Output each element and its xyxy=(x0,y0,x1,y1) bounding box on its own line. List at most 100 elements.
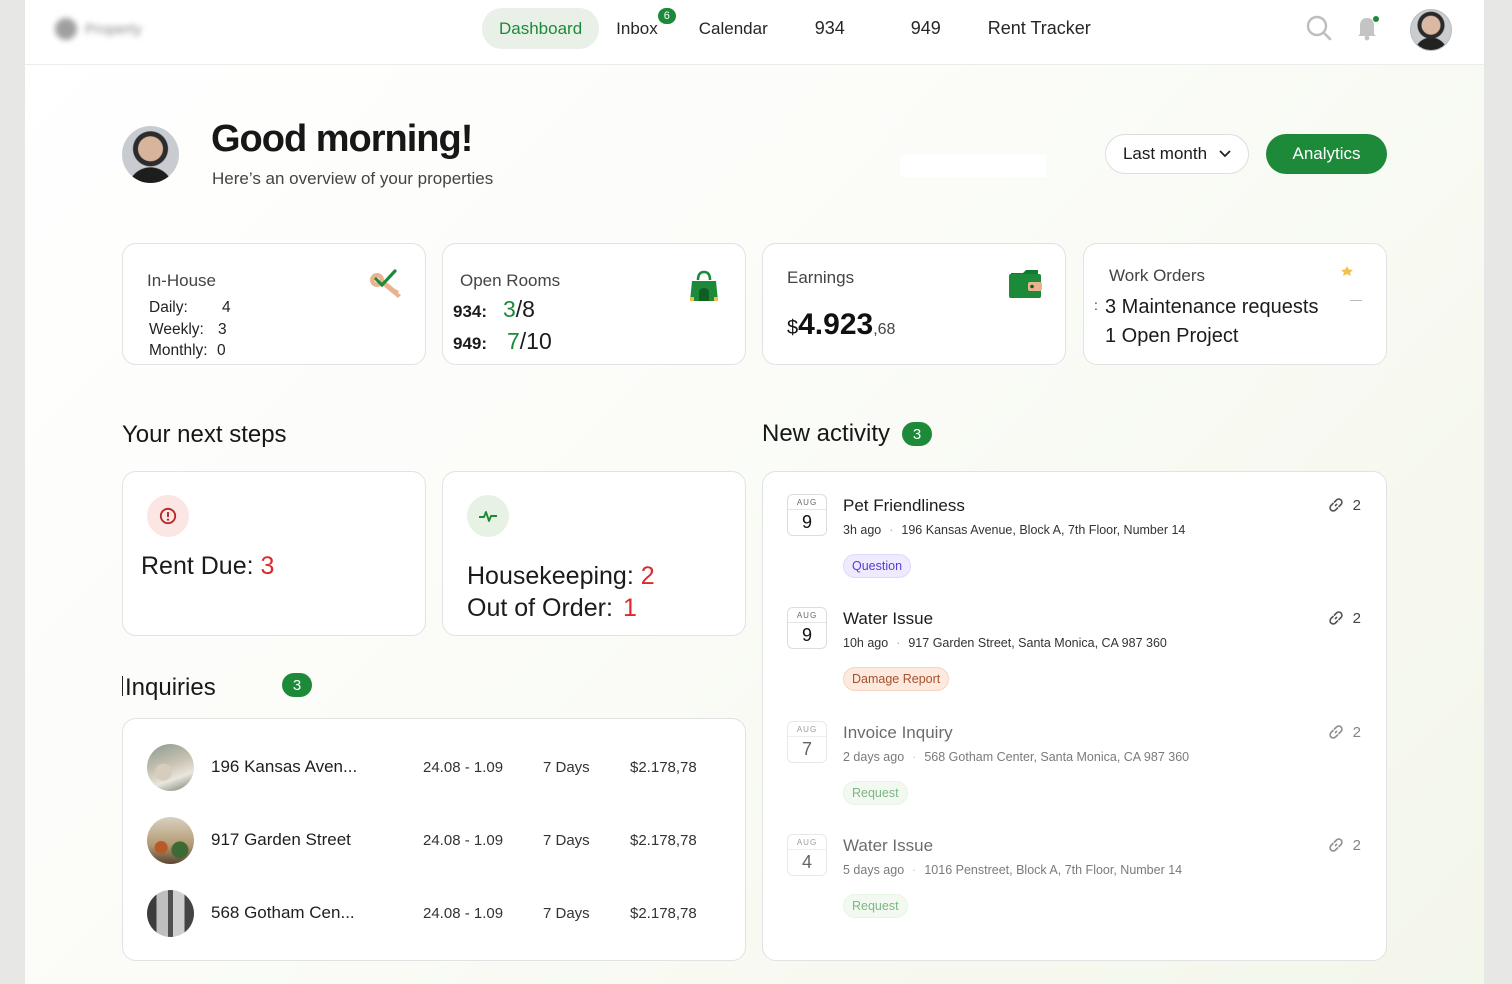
date-month: AUG xyxy=(788,498,826,510)
activity-item[interactable]: AUG 9 Water Issue 10h ago · 917 Garden Str… xyxy=(763,607,1385,717)
activity-title: Pet Friendliness xyxy=(843,496,965,515)
date-month: AUG xyxy=(788,611,826,623)
search-icon[interactable] xyxy=(1304,13,1334,43)
inbox-count-badge: 6 xyxy=(657,8,676,24)
table-row[interactable]: 917 Garden Street 24.08 - 1.09 7 Days $2… xyxy=(123,810,745,870)
activity-tag[interactable]: Request xyxy=(843,781,908,805)
inhouse-title: In-House xyxy=(147,271,216,290)
property-nav-group: 934 949 Rent Tracker xyxy=(799,12,1107,45)
inquiries-count-badge: 3 xyxy=(282,673,312,697)
stat-card-open-rooms[interactable]: Open Rooms 934: 3/8 949: 7/10 xyxy=(442,243,746,365)
logo-text: Property xyxy=(85,20,142,38)
activity-meta: 5 days ago · 1016 Penstreet, Block A, 7th … xyxy=(843,863,1183,877)
greeting-avatar xyxy=(122,126,179,183)
rent-due-card[interactable]: Rent Due: 3 xyxy=(122,471,426,636)
date-day: 9 xyxy=(801,512,812,532)
monthly-label: Monthly: xyxy=(149,342,208,359)
star-icon xyxy=(1341,266,1353,276)
activity-title: Water Issue xyxy=(843,836,934,855)
nav-dashboard[interactable]: Dashboard xyxy=(482,8,600,49)
inquiry-name: 917 Garden Street xyxy=(211,830,351,849)
date-month: AUG xyxy=(788,725,826,737)
wallet-icon xyxy=(1009,270,1042,298)
rent-due-label: Rent Due: xyxy=(141,552,254,580)
inquiry-price: $2.178,78 xyxy=(630,758,697,776)
activity-tag[interactable]: Damage Report xyxy=(843,667,950,691)
activity-meta: 2 days ago · 568 Gotham Center, Santa Moni… xyxy=(843,750,1190,764)
activity-item[interactable]: AUG 9 Pet Friendliness 3h ago · 196 Kansas… xyxy=(763,494,1385,604)
earnings-amount: $4.923,68 xyxy=(787,308,895,342)
stat-card-work-orders[interactable]: Work Orders : 3 Maintenance requests 1 O… xyxy=(1083,243,1387,365)
inquiry-price: $2.178,78 xyxy=(630,904,697,922)
link-count: 2 xyxy=(1352,723,1361,741)
link-count: 2 xyxy=(1352,609,1361,627)
inquiry-days: 7 Days xyxy=(543,758,590,776)
date-badge: AUG 7 xyxy=(787,721,827,763)
next-steps-title: Your next steps xyxy=(122,421,287,448)
nav-calendar[interactable]: Calendar xyxy=(684,8,800,49)
link-icon xyxy=(1328,611,1343,625)
link-count: 2 xyxy=(1352,836,1361,854)
user-avatar[interactable] xyxy=(1410,9,1452,51)
housekeeping-card[interactable]: Housekeeping: 2 Out of Order: 1 xyxy=(442,471,746,636)
nav-property-934[interactable]: 934 xyxy=(815,13,911,45)
main-nav: Dashboard Inbox 6 Calendar 934 949 Rent … xyxy=(482,8,1107,49)
app-logo[interactable]: Property xyxy=(55,14,170,44)
date-month: AUG xyxy=(788,838,826,850)
bell-icon[interactable] xyxy=(1353,13,1383,43)
activity-tag[interactable]: Question xyxy=(843,554,912,578)
housekeeping-label: Housekeeping: xyxy=(467,562,634,590)
activity-title: Invoice Inquiry xyxy=(843,723,953,742)
rooms-949-open: 7 xyxy=(507,328,520,354)
inhouse-list: Daily: 4 Weekly: 3 Monthly: 0 xyxy=(149,297,231,362)
period-label: Last month xyxy=(1122,144,1208,163)
key-check-icon xyxy=(370,269,401,298)
nav-rent-tracker[interactable]: Rent Tracker xyxy=(988,13,1091,45)
greeting-title: Good morning! xyxy=(211,118,473,160)
stat-card-earnings[interactable]: Earnings $4.923,68 xyxy=(762,243,1066,365)
activity-item[interactable]: AUG 4 Water Issue 5 days ago · 1016 Penstr… xyxy=(763,834,1385,944)
activity-meta: 10h ago · 917 Garden Street, Santa Monica,… xyxy=(843,636,1167,650)
inquiry-days: 7 Days xyxy=(543,904,590,922)
property-thumbnail xyxy=(147,889,194,937)
activity-links[interactable]: 2 xyxy=(1327,723,1361,741)
rent-due-value: 3 xyxy=(260,552,275,580)
nav-inbox[interactable]: Inbox 6 xyxy=(599,8,684,49)
table-row[interactable]: 568 Gotham Cen... 24.08 - 1.09 7 Days $2… xyxy=(123,883,745,943)
activity-links[interactable]: 2 xyxy=(1327,609,1361,627)
table-row[interactable]: 196 Kansas Aven... 24.08 - 1.09 7 Days $… xyxy=(123,737,745,797)
activity-address: 196 Kansas Avenue, Block A, 7th Floor, N… xyxy=(901,523,1186,537)
activity-links[interactable]: 2 xyxy=(1327,836,1361,854)
housekeeping-value: 2 xyxy=(640,562,655,590)
activity-meta: 3h ago · 196 Kansas Avenue, Block A, 7th F… xyxy=(843,523,1186,537)
top-navigation-bar: Property Dashboard Inbox 6 Calendar 934 … xyxy=(25,0,1484,65)
activity-time: 5 days ago xyxy=(843,863,905,877)
divider-mark xyxy=(1350,300,1362,301)
activity-pulse-icon xyxy=(467,495,509,537)
inquiry-name: 196 Kansas Aven... xyxy=(211,757,358,776)
inquiry-dates: 24.08 - 1.09 xyxy=(423,758,504,776)
rooms-934-label: 934: xyxy=(453,302,488,321)
inquiry-name: 568 Gotham Cen... xyxy=(211,903,355,922)
earnings-title: Earnings xyxy=(787,268,855,287)
stat-card-inhouse[interactable]: In-House Daily: 4 Weekly: 3 Monthly: 0 xyxy=(122,243,426,365)
cursor-caret xyxy=(122,676,123,696)
date-badge: AUG 4 xyxy=(787,834,827,876)
activity-links[interactable]: 2 xyxy=(1327,496,1361,514)
work-orders-line2: 1 Open Project xyxy=(1105,325,1239,347)
date-badge: AUG 9 xyxy=(787,607,827,649)
period-select[interactable]: Last month xyxy=(1105,134,1249,174)
activity-address: 1016 Penstreet, Block A, 7th Floor, Numb… xyxy=(924,863,1183,877)
activity-item[interactable]: AUG 7 Invoice Inquiry 2 days ago · 568 Got… xyxy=(763,721,1385,831)
date-badge: AUG 9 xyxy=(787,494,827,536)
activity-tag[interactable]: Request xyxy=(843,894,908,918)
link-icon xyxy=(1328,725,1343,739)
nav-property-949[interactable]: 949 xyxy=(911,13,988,45)
activity-address: 568 Gotham Center, Santa Monica, CA 987 … xyxy=(924,750,1190,764)
analytics-button[interactable]: Analytics xyxy=(1266,134,1387,174)
activity-count-badge: 3 xyxy=(902,422,932,446)
alert-circle-icon xyxy=(147,495,189,537)
date-day: 4 xyxy=(801,852,812,872)
work-orders-title: Work Orders xyxy=(1109,266,1206,285)
inquiry-dates: 24.08 - 1.09 xyxy=(423,831,504,849)
